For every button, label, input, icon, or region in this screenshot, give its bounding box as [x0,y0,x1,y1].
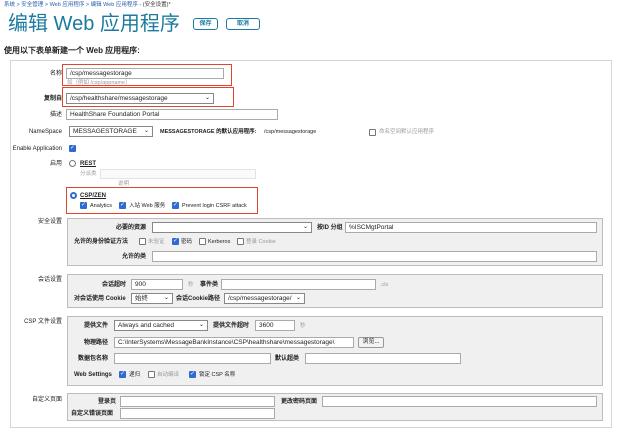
breadcrumb-system[interactable]: 系统 [4,2,15,8]
package-name-label: 数据包名称 [77,356,108,362]
csp-zen-label: CSP/ZEN [80,193,107,199]
security-section-label: 安全设置 [37,219,62,225]
analytics-label: Analytics [90,203,113,209]
auto-compile-label: 自动编译 [157,372,180,378]
enable-application-checkbox[interactable]: ✓ [69,145,76,152]
use-cookie-select[interactable]: 始终 ⌄ [131,293,173,304]
cookie-path-label: 会话Cookie路径 [176,296,221,302]
dispatch-class-label: 分派类 [80,171,97,177]
package-name-input[interactable] [114,353,271,364]
csrf-checkbox[interactable]: ✓ [172,202,179,209]
dispatch-class-input[interactable] [100,169,256,179]
lock-csp-name-label: 锁定 CSP 名称 [199,372,236,378]
form-subtitle: 使用以下表单新建一个 Web 应用程序: [4,46,140,55]
namespace-select[interactable]: MESSAGESTORAGE ⌄ [69,126,153,137]
auth-password-label: 密码 [181,239,193,245]
change-password-label: 更改密码页面 [281,399,318,405]
event-class-label: 事件类 [200,282,219,288]
chevron-down-icon: ⌄ [302,224,308,230]
csrf-label: Prevent login CSRF attack [182,203,247,209]
required-resource-label: 必要的资源 [115,225,146,231]
auth-methods-label: 允许的身份验证方法 [74,239,129,245]
auth-password-checkbox[interactable]: ✓ [172,238,179,245]
copy-from-select[interactable]: /csp/healthshare/messagestorage ⌄ [66,93,214,104]
session-timeout-input[interactable]: 900 [131,279,183,290]
breadcrumb-edit[interactable]: 编辑 Web 应用程序 [91,2,138,8]
namespace-default-checkbox[interactable] [369,129,376,136]
rest-radio[interactable] [69,160,76,167]
namespace-default-value: /csp/messagestorage [264,129,317,135]
serve-timeout-input[interactable]: 3600 [255,320,295,331]
recurse-checkbox[interactable]: ✓ [119,371,126,378]
namespace-label: NameSpace [28,129,62,135]
lock-csp-name-checkbox[interactable]: ✓ [189,371,196,378]
auto-compile-checkbox[interactable] [148,371,155,378]
recurse-label: 递归 [129,372,141,378]
required-resource-select[interactable]: ⌄ [152,222,312,233]
login-page-input[interactable] [120,396,275,407]
namespace-default-checkbox-label: 命名空间默认应用程序 [379,129,435,135]
group-by-id-label: 按ID 分组 [317,225,343,231]
login-page-label: 登录页 [97,399,116,405]
default-superclass-label: 默认超类 [275,356,300,362]
custom-pages-section-label: 自定义页面 [31,397,62,403]
breadcrumb-current: - (安全设置)* [139,2,171,8]
auth-unauthenticated-label: 未验证 [148,239,165,245]
description-input[interactable]: HealthShare Foundation Portal [66,109,278,120]
rest-label: REST [80,161,97,167]
auth-cookie-label: 登录 Cookie [246,239,276,245]
enable-application-label: Enable Application [12,146,62,152]
copy-from-label: 复制自 [43,96,62,102]
event-class-suffix: .cls [380,282,389,288]
session-timeout-label: 会话超时 [101,282,126,288]
serve-files-select[interactable]: Always and cached ⌄ [114,320,208,331]
web-settings-label: Web Settings [74,372,112,378]
chevron-down-icon: ⌄ [143,128,149,134]
auth-cookie-checkbox[interactable] [237,238,244,245]
permitted-classes-input[interactable] [152,251,597,262]
page-title: 编辑 Web 应用程序 [8,13,180,35]
enable-label: 启用 [49,161,62,167]
event-class-input[interactable] [221,279,376,290]
analytics-checkbox[interactable]: ✓ [80,202,87,209]
permitted-classes-label: 允许的类 [121,254,146,260]
breadcrumb-web-apps[interactable]: Web 应用程序 [50,2,85,8]
name-input[interactable]: /csp/messagestorage [66,68,224,79]
cancel-button[interactable]: 取消 [226,18,260,30]
auth-kerberos-label: Kerberos [208,239,231,245]
inbound-web-checkbox[interactable]: ✓ [119,202,126,209]
auth-unauthenticated-checkbox[interactable] [139,238,146,245]
physical-path-label: 物理路径 [83,340,108,346]
auth-kerberos-checkbox[interactable] [199,238,206,245]
physical-path-input[interactable]: C:\InterSystems\MessageBankInstance\CSP\… [114,337,354,348]
chevron-down-icon: ⌄ [198,322,204,328]
description-label: 描述 [49,112,62,118]
custom-error-label: 自定义错误页面 [71,411,114,417]
session-section-label: 会话设置 [37,277,62,283]
save-button[interactable]: 保存 [193,18,218,30]
use-cookie-label: 对会话使用 Cookie [74,296,126,302]
session-timeout-unit: 秒 [188,282,194,288]
serve-timeout-unit: 秒 [300,323,306,329]
name-label: 名称 [49,71,62,77]
group-by-id-input[interactable]: %ISCMgtPortal [345,222,597,233]
csp-zen-radio[interactable] [70,192,77,199]
chevron-down-icon: ⌄ [295,295,301,301]
namespace-default-label: MESSAGESTORAGE 的默认应用程序: [160,129,257,135]
csp-files-section-label: CSP 文件设置 [24,319,62,325]
custom-error-input[interactable] [120,408,275,419]
serve-timeout-label: 提供文件超时 [213,323,250,329]
default-superclass-input[interactable] [305,353,461,364]
breadcrumb-security[interactable]: 安全管理 [21,2,43,8]
browse-button[interactable]: 浏览... [358,337,384,348]
cookie-path-select[interactable]: /csp/messagestorage/ ⌄ [224,293,305,304]
inbound-web-label: 入站 Web 服务 [129,203,166,209]
name-hint: 如（例如 /csp/appname） [67,80,131,86]
serve-files-label: 提供文件 [83,323,108,329]
chevron-down-icon: ⌄ [204,95,210,101]
chevron-down-icon: ⌄ [163,295,169,301]
change-password-input[interactable] [322,396,597,407]
breadcrumb: 系统 > 安全管理 > Web 应用程序 > 编辑 Web 应用程序 - (安全… [4,2,171,8]
